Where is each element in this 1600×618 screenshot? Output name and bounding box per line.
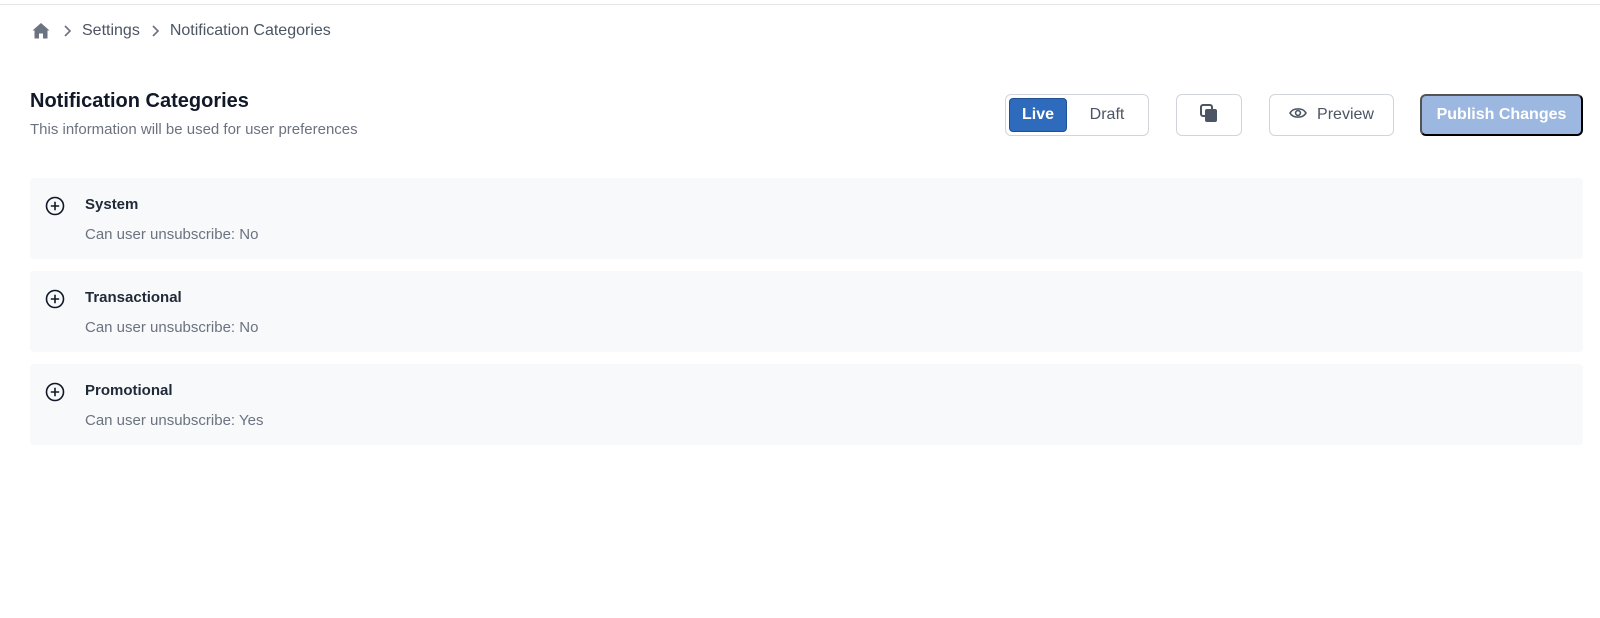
- chevron-right-icon: [52, 20, 82, 42]
- eye-icon: [1289, 106, 1307, 125]
- home-icon[interactable]: [30, 20, 52, 42]
- preview-button[interactable]: Preview: [1269, 94, 1394, 136]
- page-header: Notification Categories This information…: [30, 88, 570, 140]
- copy-icon: [1198, 103, 1220, 128]
- category-unsubscribe: Can user unsubscribe: No: [85, 319, 259, 336]
- chevron-right-icon: [140, 20, 170, 42]
- category-name: Promotional: [85, 382, 173, 399]
- top-divider: [0, 4, 1600, 5]
- category-card-system: System Can user unsubscribe: No: [30, 178, 1583, 259]
- plus-circle-icon[interactable]: [44, 381, 66, 403]
- mode-live-button[interactable]: Live: [1009, 98, 1067, 132]
- category-name: Transactional: [85, 289, 182, 306]
- page-title: Notification Categories: [30, 90, 249, 112]
- category-unsubscribe: Can user unsubscribe: Yes: [85, 412, 264, 429]
- category-list: System Can user unsubscribe: No Transact…: [30, 178, 1583, 457]
- plus-circle-icon[interactable]: [44, 288, 66, 310]
- publish-changes-button[interactable]: Publish Changes: [1420, 94, 1583, 136]
- category-unsubscribe: Can user unsubscribe: No: [85, 226, 259, 243]
- breadcrumb: Settings Notification Categories: [30, 18, 331, 44]
- copy-button[interactable]: [1176, 94, 1242, 136]
- breadcrumb-settings[interactable]: Settings: [82, 22, 140, 40]
- category-card-transactional: Transactional Can user unsubscribe: No: [30, 271, 1583, 352]
- preview-label: Preview: [1317, 106, 1374, 123]
- plus-circle-icon[interactable]: [44, 195, 66, 217]
- category-card-promotional: Promotional Can user unsubscribe: Yes: [30, 364, 1583, 445]
- mode-draft-button[interactable]: Draft: [1071, 98, 1143, 132]
- breadcrumb-notification-categories[interactable]: Notification Categories: [170, 22, 331, 40]
- live-draft-toggle: Live Draft: [1005, 94, 1149, 136]
- page-subtitle: This information will be used for user p…: [30, 121, 358, 138]
- category-name: System: [85, 196, 139, 213]
